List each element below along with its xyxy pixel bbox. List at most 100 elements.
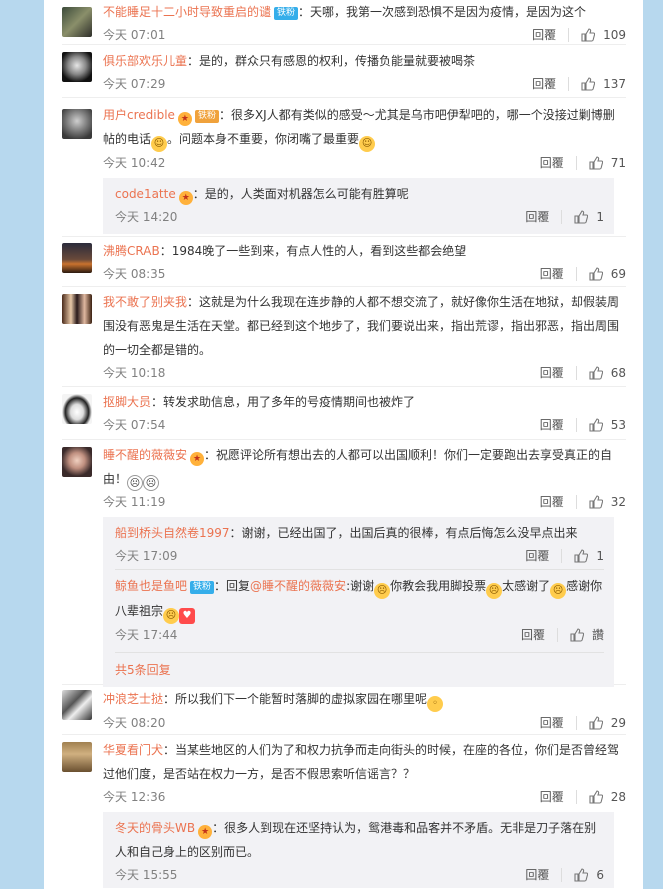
like-count: 68	[610, 366, 626, 380]
avatar[interactable]	[62, 243, 92, 273]
divider	[561, 868, 563, 882]
scream-emoji-icon: ☹	[143, 475, 160, 491]
reply-thread: 冬天的骨头WB ★ ：很多人到现在还坚持认为，鸳港毒和品客并不矛盾。无非是刀子落在别…	[103, 812, 614, 888]
comment-text: ：1984晚了一些到来，有点人性的人，看到这些都会绝望	[159, 244, 467, 258]
like-button[interactable]: 53	[589, 414, 626, 436]
commenter-name[interactable]: 我不敢了别夹我	[103, 295, 187, 309]
like-count: 71	[610, 156, 626, 170]
reply-item: 船到桥头自然卷1997：谢谢，已经出国了，出国后真的很棒，有点后悔怎么没早点出来…	[115, 517, 604, 570]
commenter-name[interactable]: code1atte	[115, 187, 176, 201]
avatar[interactable]	[62, 52, 92, 82]
reply-thread: 船到桥头自然卷1997：谢谢，已经出国了，出国后真的很棒，有点后悔怎么没早点出来…	[103, 517, 614, 687]
comment-text: :谢谢	[346, 579, 375, 593]
divider	[575, 716, 577, 730]
comment-text: 你教会我用脚投票	[390, 579, 487, 593]
like-button[interactable]: 1	[574, 206, 604, 228]
grinning-sweat-emoji-icon: ☺	[359, 136, 376, 152]
commenter-name[interactable]: 华夏看门犬	[103, 743, 163, 757]
thumbs-up-icon	[589, 267, 603, 281]
reply-button[interactable]: 回覆	[525, 864, 549, 886]
commenter-name[interactable]: 冲浪芝士挞	[103, 692, 163, 706]
commenter-name[interactable]: 沸腾CRAB	[103, 244, 160, 258]
reply-thread: code1atte ★ ：是的，人类面对机器怎么可能有胜算呢 今天 14:20 回覆…	[103, 178, 614, 234]
comment-item: 华夏看门犬：当某些地区的人们为了和权力抗争而走向街头的时候，在座的各位，你们是否…	[62, 735, 626, 889]
thumbs-up-icon	[574, 549, 589, 563]
commenter-name[interactable]: 睡不醒的薇薇安	[103, 448, 187, 462]
reply-button[interactable]: 回覆	[540, 414, 564, 436]
reply-button[interactable]: 回覆	[540, 491, 564, 513]
avatar[interactable]	[62, 394, 92, 424]
like-count: 32	[610, 495, 626, 509]
avatar[interactable]	[62, 447, 92, 477]
commenter-name[interactable]: 船到桥头自然卷1997	[115, 526, 230, 540]
avatar[interactable]	[62, 690, 92, 720]
reply-button[interactable]: 回覆	[525, 545, 549, 567]
commenter-name[interactable]: 鲸鱼也是鱼吧	[115, 579, 187, 593]
commenter-name[interactable]: 冬天的骨头WB	[115, 821, 195, 835]
crying-emoji-icon: ☹	[163, 608, 180, 624]
avatar[interactable]	[62, 7, 92, 37]
like-button[interactable]: 29	[589, 712, 626, 734]
divider	[561, 210, 563, 224]
avatar[interactable]	[62, 742, 92, 772]
comment-time: 今天 12:36	[103, 790, 166, 804]
like-button[interactable]: 109	[581, 24, 626, 46]
comment-item: 沸腾CRAB：1984晚了一些到来，有点人性的人，看到这些都会绝望 今天 08:…	[62, 237, 626, 287]
divider	[561, 549, 563, 563]
avatar[interactable]	[62, 294, 92, 324]
reply-button[interactable]: 回覆	[540, 263, 564, 285]
like-count: 109	[603, 28, 626, 42]
reply-button[interactable]: 回覆	[521, 624, 545, 646]
reply-button[interactable]: 回覆	[540, 362, 564, 384]
commenter-name[interactable]: 用户credible	[103, 108, 175, 122]
thumbs-up-icon	[570, 628, 584, 642]
thumbs-up-icon	[574, 210, 589, 224]
reply-button[interactable]: 回覆	[540, 712, 564, 734]
like-count: 53	[610, 418, 626, 432]
like-button[interactable]: 讚	[570, 624, 604, 646]
comment-text: ：是的，群众只有感恩的权利，传播负能量就要被喝茶	[187, 54, 476, 68]
commenter-name[interactable]: 俱乐部欢乐儿童	[103, 54, 187, 68]
like-button[interactable]: 71	[589, 152, 626, 174]
like-count: 1	[596, 549, 604, 563]
reply-button[interactable]: 回覆	[532, 73, 556, 95]
comment-time: 今天 17:09	[115, 549, 178, 563]
comment-time: 今天 17:44	[115, 628, 178, 642]
fan-badge: 铁粉	[190, 581, 215, 594]
comment-list: 不能睡足十二小时导致重启的谴 铁粉 ：天哪，我第一次感到恐惧不是因为疫情，是因为这个…	[44, 0, 643, 889]
like-count: 1	[596, 210, 604, 224]
divider	[575, 156, 577, 170]
like-button[interactable]: 6	[574, 864, 604, 886]
like-button[interactable]: 68	[589, 362, 626, 384]
reply-item: code1atte ★ ：是的，人类面对机器怎么可能有胜算呢 今天 14:20 回覆…	[115, 178, 604, 234]
commenter-name[interactable]: 抠脚大员	[103, 395, 151, 409]
crying-emoji-icon: ☹	[374, 583, 391, 599]
like-button[interactable]: 69	[589, 263, 626, 285]
like-count: 讚	[591, 628, 604, 642]
like-button[interactable]: 1	[574, 545, 604, 567]
comment-time: 今天 07:29	[103, 77, 166, 91]
reply-item: 共5条回复	[115, 653, 604, 687]
crown-icon: ★	[198, 825, 213, 839]
mention-link[interactable]: @睡不醒的薇薇安	[250, 579, 346, 593]
like-button[interactable]: 32	[589, 491, 626, 513]
reply-button[interactable]: 回覆	[525, 206, 549, 228]
reply-button[interactable]: 回覆	[540, 786, 564, 808]
comment-text: ：回复	[214, 579, 251, 593]
divider	[575, 418, 577, 432]
thumbs-up-icon	[589, 716, 603, 730]
crying-emoji-icon: ☹	[486, 583, 503, 599]
reply-button[interactable]: 回覆	[540, 152, 564, 174]
thumbs-up-icon	[589, 366, 603, 380]
commenter-name[interactable]: 不能睡足十二小时导致重启的谴	[103, 5, 271, 19]
reply-button[interactable]: 回覆	[532, 24, 556, 46]
comment-time: 今天 10:18	[103, 366, 166, 380]
reply-item: 鲸鱼也是鱼吧 铁粉 ：回复@睡不醒的薇薇安:谢谢 ☹ 你教会我用脚投票 ☹ 太感谢了 ☹ 感谢你…	[115, 570, 604, 653]
like-count: 29	[610, 716, 626, 730]
like-button[interactable]: 137	[581, 73, 626, 95]
like-button[interactable]: 28	[589, 786, 626, 808]
comment-time: 今天 14:20	[115, 210, 178, 224]
more-replies-link[interactable]: 共5条回复	[115, 653, 604, 687]
comment-item: 用户credible ★ 铁粉 ：很多XJ人都有类似的感受～尤其是乌市吧伊犁吧的，哪一…	[62, 98, 626, 237]
avatar[interactable]	[62, 109, 92, 139]
